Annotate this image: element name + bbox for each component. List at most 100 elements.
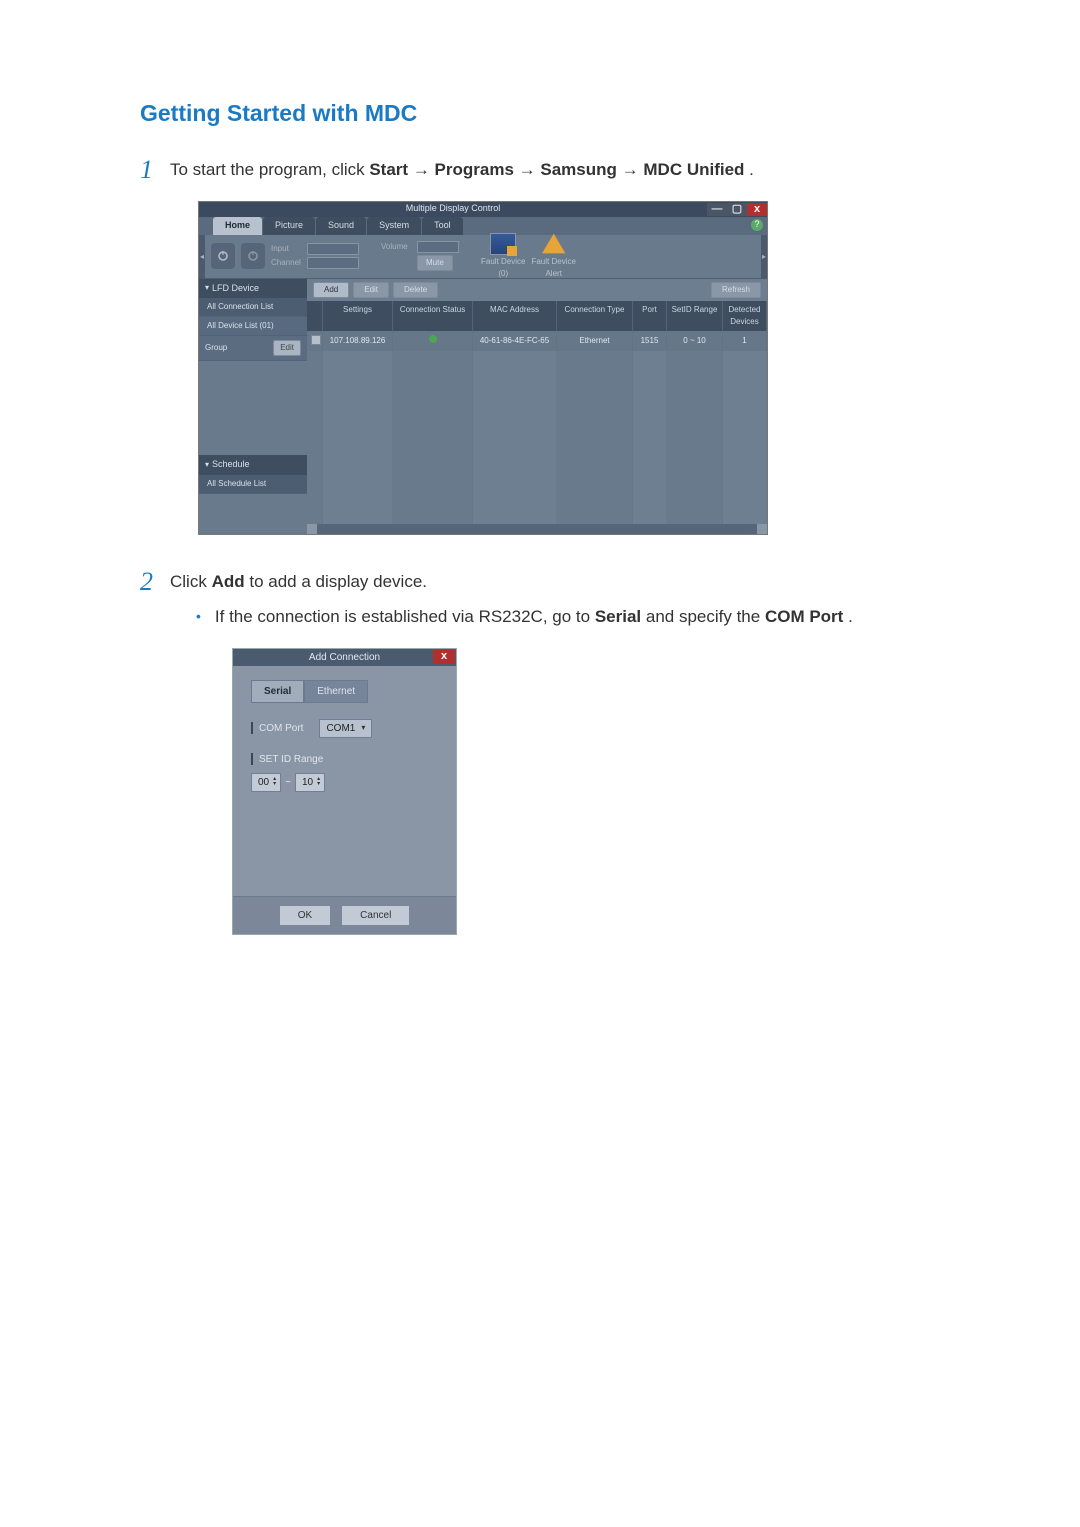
com-port-label: COM Port bbox=[259, 721, 303, 736]
sidebar-schedule-label: Schedule bbox=[212, 458, 250, 472]
dialog-title: Add Connection bbox=[233, 650, 456, 665]
maximize-button[interactable]: ▢ bbox=[727, 203, 747, 216]
step2-after: to add a display device. bbox=[249, 572, 427, 591]
spinner-arrows-icon[interactable]: ▴▾ bbox=[317, 777, 320, 787]
sidebar-all-schedule-list[interactable]: All Schedule List bbox=[199, 475, 307, 494]
status-dot-icon bbox=[429, 335, 437, 343]
tab-serial[interactable]: Serial bbox=[251, 680, 304, 703]
app-title: Multiple Display Control bbox=[199, 202, 707, 216]
step-number-1: 1 bbox=[140, 157, 170, 559]
power-off-icon[interactable] bbox=[241, 243, 265, 269]
arrow-icon: → bbox=[622, 160, 644, 179]
col-setid-range: SetID Range bbox=[667, 301, 723, 331]
cell-settings-ip: 107.108.89.126 bbox=[323, 331, 393, 351]
channel-spinner[interactable] bbox=[307, 257, 359, 269]
refresh-button[interactable]: Refresh bbox=[711, 282, 761, 298]
arrow-icon: → bbox=[413, 160, 435, 179]
ribbon-scroll-right[interactable]: ▸ bbox=[761, 235, 767, 279]
tab-picture[interactable]: Picture bbox=[263, 217, 315, 235]
sidebar-section-schedule[interactable]: ▾Schedule bbox=[199, 455, 307, 475]
sidebar-group-label: Group bbox=[205, 342, 227, 354]
step1-start: Start bbox=[369, 160, 408, 179]
col-mac-address: MAC Address bbox=[473, 301, 557, 331]
sidebar-all-device-list[interactable]: All Device List (01) bbox=[199, 317, 307, 336]
cell-port: 1515 bbox=[633, 331, 667, 351]
bullet-text-mid: and specify the bbox=[646, 607, 765, 626]
tab-home[interactable]: Home bbox=[213, 217, 262, 235]
step-number-2: 2 bbox=[140, 569, 170, 945]
ok-button[interactable]: OK bbox=[279, 905, 331, 926]
help-icon[interactable]: ? bbox=[751, 219, 763, 231]
section-bar-icon bbox=[251, 753, 253, 765]
step2-before: Click bbox=[170, 572, 212, 591]
sidebar-edit-button[interactable]: Edit bbox=[273, 340, 301, 356]
power-on-icon[interactable] bbox=[211, 243, 235, 269]
step1-text-a: To start the program, click bbox=[170, 160, 369, 179]
spinner-arrows-icon[interactable]: ▴▾ bbox=[273, 777, 276, 787]
col-port: Port bbox=[633, 301, 667, 331]
sidebar-section-lfd[interactable]: ▾LFD Device bbox=[199, 279, 307, 299]
minimize-button[interactable]: — bbox=[707, 203, 727, 216]
chevron-down-icon: ▾ bbox=[205, 459, 209, 471]
edit-button[interactable]: Edit bbox=[353, 282, 389, 298]
fault-alert-label: Fault Device Alert bbox=[531, 256, 575, 280]
add-button[interactable]: Add bbox=[313, 282, 349, 298]
tab-tool[interactable]: Tool bbox=[422, 217, 463, 235]
section-bar-icon bbox=[251, 722, 253, 734]
bullet-text-before: If the connection is established via RS2… bbox=[215, 607, 595, 626]
setid-low-spinner[interactable]: 00 ▴▾ bbox=[251, 773, 281, 792]
volume-field[interactable] bbox=[417, 241, 459, 253]
com-port-select[interactable]: COM1 ▾ bbox=[319, 719, 372, 738]
tab-ethernet[interactable]: Ethernet bbox=[304, 680, 368, 703]
chevron-down-icon: ▾ bbox=[205, 282, 209, 294]
step2-add: Add bbox=[212, 572, 245, 591]
cell-detected: 1 bbox=[723, 331, 767, 351]
step1-unified: MDC Unified bbox=[643, 160, 744, 179]
setid-high-value: 10 bbox=[302, 775, 313, 790]
bullet-text-after: . bbox=[848, 607, 853, 626]
cancel-button[interactable]: Cancel bbox=[341, 905, 410, 926]
dialog-close-button[interactable]: x bbox=[433, 650, 455, 664]
volume-label: Volume bbox=[381, 241, 415, 253]
com-port-value: COM1 bbox=[326, 721, 355, 736]
step1-programs: Programs bbox=[435, 160, 514, 179]
cell-type: Ethernet bbox=[557, 331, 633, 351]
bullet-comport: COM Port bbox=[765, 607, 843, 626]
bullet-icon: • bbox=[196, 604, 201, 630]
sidebar-all-connection[interactable]: All Connection List bbox=[199, 298, 307, 317]
close-button[interactable]: x bbox=[747, 203, 767, 216]
sidebar-lfd-label: LFD Device bbox=[212, 282, 259, 296]
bullet-serial: Serial bbox=[595, 607, 641, 626]
tab-system[interactable]: System bbox=[367, 217, 421, 235]
setid-low-value: 00 bbox=[258, 775, 269, 790]
row-checkbox[interactable] bbox=[311, 335, 321, 345]
cell-mac: 40-61-86-4E-FC-65 bbox=[473, 331, 557, 351]
col-connection-type: Connection Type bbox=[557, 301, 633, 331]
input-label: Input bbox=[271, 243, 305, 255]
fault-device-icon[interactable] bbox=[490, 233, 516, 255]
fault-alert-icon[interactable] bbox=[541, 233, 567, 255]
arrow-icon: → bbox=[519, 160, 541, 179]
setid-range-label: SET ID Range bbox=[259, 752, 323, 767]
col-detected-devices: Detected Devices bbox=[723, 301, 767, 331]
step1-samsung: Samsung bbox=[540, 160, 617, 179]
channel-label: Channel bbox=[271, 257, 305, 269]
tilde-label: ~ bbox=[285, 775, 291, 790]
step1-period: . bbox=[749, 160, 754, 179]
col-settings: Settings bbox=[323, 301, 393, 331]
fault-device-label: Fault Device (0) bbox=[481, 256, 525, 280]
delete-button[interactable]: Delete bbox=[393, 282, 438, 298]
section-heading: Getting Started with MDC bbox=[140, 100, 940, 127]
tab-sound[interactable]: Sound bbox=[316, 217, 366, 235]
chevron-down-icon: ▾ bbox=[361, 722, 365, 734]
input-select[interactable] bbox=[307, 243, 359, 255]
horizontal-scrollbar[interactable] bbox=[307, 524, 767, 534]
mute-button[interactable]: Mute bbox=[417, 255, 453, 271]
cell-status bbox=[393, 331, 473, 351]
col-checkbox bbox=[307, 301, 323, 331]
cell-range: 0 ~ 10 bbox=[667, 331, 723, 351]
add-connection-dialog: Add Connection x Serial Ethernet COM Por… bbox=[232, 648, 457, 935]
setid-high-spinner[interactable]: 10 ▴▾ bbox=[295, 773, 325, 792]
table-row[interactable]: 107.108.89.126 40-61-86-4E-FC-65 Etherne… bbox=[307, 331, 767, 351]
mdc-app-window: Multiple Display Control — ▢ x Home Pict… bbox=[198, 201, 768, 535]
